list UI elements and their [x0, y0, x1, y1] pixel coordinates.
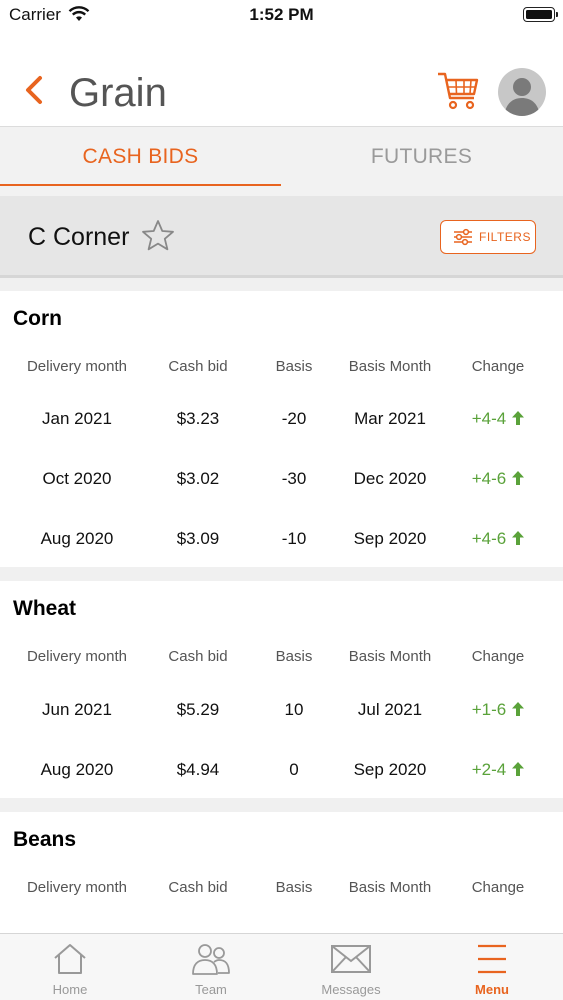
change: +4-6	[448, 469, 548, 489]
arrow-up-icon	[512, 531, 525, 545]
column-header-change: Change	[471, 648, 525, 665]
tab-label: Team	[195, 982, 227, 997]
section-wheat: Wheat Delivery month Cash bid Basis Basi…	[0, 581, 563, 798]
change-value: +4-6	[471, 469, 507, 488]
page-title: Grain	[69, 71, 167, 115]
status-bar: Carrier 1:52 PM	[0, 0, 563, 30]
change: +4-4	[448, 409, 548, 429]
section-divider	[0, 278, 563, 291]
battery-icon	[523, 7, 558, 22]
cash-bid: $5.29	[176, 700, 220, 719]
basis: -10	[281, 529, 307, 548]
tab-home[interactable]: Home	[0, 934, 140, 1000]
section-divider	[0, 567, 563, 581]
tab-cash-bids[interactable]: CASH BIDS	[0, 127, 281, 187]
active-tab-indicator	[0, 184, 281, 186]
basis: 0	[289, 760, 299, 779]
delivery-month: Aug 2020	[40, 760, 114, 779]
user-silhouette-icon	[504, 78, 540, 116]
change-value: +2-4	[471, 760, 507, 779]
clock: 1:52 PM	[249, 5, 314, 24]
avatar[interactable]	[498, 68, 546, 116]
menu-icon	[478, 944, 506, 974]
column-header-basis: Basis	[275, 648, 313, 665]
column-header-cash-bid: Cash bid	[168, 648, 228, 665]
team-icon	[192, 944, 230, 975]
section-title: Wheat	[13, 597, 76, 620]
cash-bid: $4.94	[176, 760, 220, 779]
tab-label: Home	[52, 982, 88, 997]
tab-futures[interactable]: FUTURES	[281, 127, 562, 187]
basis-month: Dec 2020	[353, 469, 427, 488]
section-divider	[0, 798, 563, 812]
basis: -30	[281, 469, 307, 488]
tab-team[interactable]: Team	[141, 934, 281, 1000]
basis-month: Sep 2020	[353, 760, 427, 779]
delivery-month: Jan 2021	[42, 409, 112, 428]
cash-bid: $3.02	[176, 469, 220, 488]
home-icon	[54, 944, 86, 974]
change-value: +1-6	[471, 700, 507, 719]
nav-header: Grain	[0, 30, 563, 126]
column-header-basis-month: Basis Month	[348, 648, 432, 665]
arrow-up-icon	[512, 762, 525, 776]
arrow-up-icon	[512, 702, 525, 716]
section-beans: Beans Delivery month Cash bid Basis Basi…	[0, 812, 563, 933]
delivery-month: Oct 2020	[42, 469, 112, 488]
delivery-month: Aug 2020	[40, 529, 114, 548]
column-header-delivery-month: Delivery month	[26, 358, 128, 375]
back-chevron-icon[interactable]	[20, 72, 48, 108]
cart-icon[interactable]	[436, 68, 480, 112]
tab-menu[interactable]: Menu	[422, 934, 562, 1000]
star-icon[interactable]	[140, 218, 176, 254]
column-header-basis: Basis	[275, 358, 313, 375]
location-name: C Corner	[28, 223, 130, 251]
sliders-icon	[454, 228, 472, 246]
change: +1-6	[448, 700, 548, 720]
arrow-up-icon	[512, 471, 525, 485]
column-header-basis-month: Basis Month	[348, 358, 432, 375]
change-value: +4-4	[471, 409, 507, 428]
column-header-basis: Basis	[275, 879, 313, 896]
column-header-delivery-month: Delivery month	[26, 879, 128, 896]
basis: 10	[284, 700, 304, 719]
arrow-up-icon	[512, 411, 525, 425]
section-title: Corn	[13, 307, 62, 330]
change: +4-6	[448, 529, 548, 549]
column-header-change: Change	[471, 358, 525, 375]
bottom-tab-bar: Home Team Messages Menu	[0, 933, 563, 1000]
change: +2-4	[448, 760, 548, 780]
tab-messages[interactable]: Messages	[281, 934, 421, 1000]
segment-tabs: CASH BIDS FUTURES	[0, 126, 563, 196]
filters-button[interactable]: FILTERS	[440, 220, 536, 254]
filters-label: FILTERS	[479, 230, 531, 244]
basis-month: Jul 2021	[357, 700, 423, 719]
column-header-delivery-month: Delivery month	[26, 648, 128, 665]
change-value: +4-6	[471, 529, 507, 548]
envelope-icon	[331, 945, 371, 973]
section-corn: Corn Delivery month Cash bid Basis Basis…	[0, 291, 563, 567]
column-header-change: Change	[471, 879, 525, 896]
tab-label: Messages	[321, 982, 381, 997]
cash-bid: $3.09	[176, 529, 220, 548]
tab-label: Menu	[475, 982, 509, 997]
delivery-month: Jun 2021	[42, 700, 112, 719]
basis-month: Mar 2021	[354, 409, 426, 428]
basis: -20	[281, 409, 307, 428]
column-header-cash-bid: Cash bid	[168, 358, 228, 375]
column-header-basis-month: Basis Month	[348, 879, 432, 896]
location-bar: C Corner FILTERS	[0, 196, 563, 278]
section-title: Beans	[13, 828, 77, 851]
column-header-cash-bid: Cash bid	[168, 879, 228, 896]
cash-bid: $3.23	[176, 409, 220, 428]
basis-month: Sep 2020	[353, 529, 427, 548]
